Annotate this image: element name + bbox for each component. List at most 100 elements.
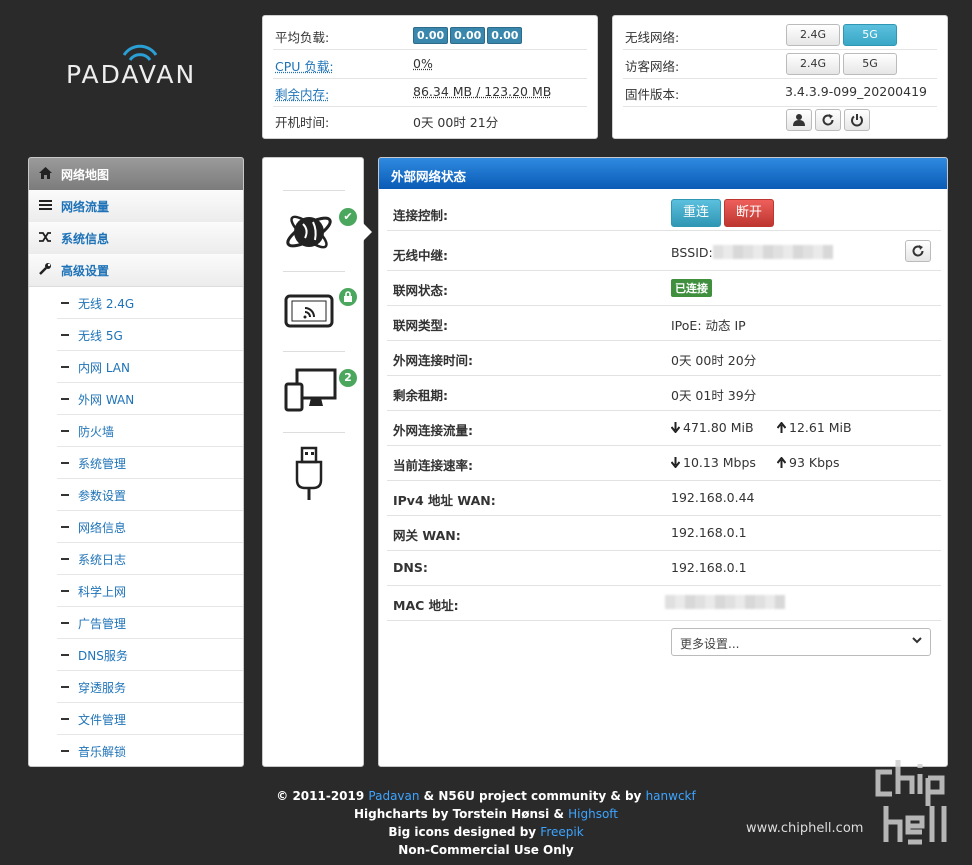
refresh-icon [822,114,834,126]
sidebar-subitem-tunnel[interactable]: 穿透服务 [57,671,243,703]
devices-icon [284,368,337,412]
cpu-load-value: 0% [413,56,433,71]
sidebar-subitem-params[interactable]: 参数设置 [57,479,243,511]
system-status-panel: 平均负载: 0.00 0.00 0.00 CPU 负载: 0% 剩余内存: 86.3… [262,15,598,139]
memory-value: 86.34 MB / 123.20 MB [413,84,552,99]
sidebar-subitem-wan[interactable]: 外网 WAN [57,383,243,415]
sidebar-subitem-label: 音乐解锁 [78,745,127,759]
sidebar-subitem-dns[interactable]: DNS服务 [57,639,243,671]
traffic-row: 外网连接流量: 471.80 MiB 12.61 MiB [387,410,941,446]
sidebar-subitem-firewall[interactable]: 防火墙 [57,415,243,447]
bssid-redacted [713,245,833,259]
row-label: 外网连接时间: [393,353,473,368]
more-settings-select[interactable]: 更多设置... [671,628,931,656]
dash-icon [61,590,69,592]
cpu-row: CPU 负载: 0% [273,50,587,79]
wireless-node[interactable] [283,286,357,342]
logout-button[interactable] [786,109,812,131]
traffic-down-value: 471.80 MiB [683,420,754,435]
bssid-value: BSSID: [671,245,713,260]
internet-node[interactable]: ✔ [283,206,357,262]
clients-count-badge: 2 [339,369,357,387]
sidebar-item-network-map[interactable]: 网络地图 [29,158,243,191]
gateway-row: 网关 WAN: 192.168.0.1 [387,515,941,551]
firmware-version-link[interactable]: 3.4.3.9-099_20200419 [785,84,927,99]
cpu-load-link[interactable]: CPU 负载: [275,56,334,75]
divider [283,190,345,191]
reconnect-button[interactable]: 重连 [671,199,721,227]
row-label: 联网类型: [393,318,448,333]
memory-link[interactable]: 剩余内存: [275,84,329,103]
wireless-2g-button[interactable]: 2.4G [786,24,840,46]
sidebar-subitem-network-info[interactable]: 网络信息 [57,511,243,543]
sidebar-item-system-info[interactable]: 系统信息 [29,222,243,255]
row-value: 192.168.0.1 [671,525,747,540]
sidebar-subitem-proxy[interactable]: 科学上网 [57,575,243,607]
dash-icon [61,526,69,528]
row-value: 0天 00时 20分 [671,353,757,368]
shutdown-button[interactable] [844,109,870,131]
repeater-refresh-button[interactable] [905,240,931,262]
row-label: MAC 地址: [393,598,459,613]
sidebar-subitem-music-unlock[interactable]: 音乐解锁 [57,735,243,766]
sidebar-subitem-syslog[interactable]: 系统日志 [57,543,243,575]
freepik-link[interactable]: Freepik [540,825,583,839]
connection-time-row: 外网连接时间: 0天 00时 20分 [387,340,941,376]
footer-text: Big icons designed by [388,825,541,839]
dash-icon [61,302,69,304]
dash-icon [61,398,69,400]
footer-line-copyright: © 2011-2019 Padavan & N56U project commu… [0,787,972,805]
padavan-link[interactable]: Padavan [368,789,419,803]
load-1m-badge: 0.00 [413,27,449,44]
load-values: 0.00 0.00 0.00 [413,27,524,44]
usb-node[interactable] [283,446,345,502]
sidebar-subitem-adblock[interactable]: 广告管理 [57,607,243,639]
load-5m-badge: 0.00 [450,27,486,44]
sidebar-subitem-label: 广告管理 [78,617,127,631]
sidebar-subitem-label: 文件管理 [78,713,127,727]
sidebar-subitem-system-admin[interactable]: 系统管理 [57,447,243,479]
sidebar-item-advanced[interactable]: 高级设置 [29,254,243,287]
row-label: 连接控制: [393,208,448,223]
guest-5g-button[interactable]: 5G [843,53,897,75]
row-label: 无线中继: [393,248,448,263]
hanwckf-link[interactable]: hanwckf [646,789,696,803]
sidebar-nav: 网络地图 网络流量 系统信息 高级设置 无线 2.4G 无线 5G 内网 LAN… [28,157,244,767]
sidebar-subitem-lan[interactable]: 内网 LAN [57,351,243,383]
footer-line-license: Non-Commercial Use Only [398,843,574,857]
divider [283,271,345,272]
dash-icon [61,654,69,656]
clients-node[interactable]: 2 [283,366,357,422]
sidebar-subitem-label: 内网 LAN [78,361,130,375]
row-value: 192.168.0.1 [671,560,747,575]
refresh-icon [912,245,924,257]
reboot-button[interactable] [815,109,841,131]
disconnect-button[interactable]: 断开 [724,199,774,227]
guest-row: 访客网络: 2.4G 5G [623,50,937,79]
sidebar-item-label: 网络流量 [61,200,110,214]
wrench-icon [39,263,51,275]
divider [283,432,345,433]
sidebar-subitem-wireless-24g[interactable]: 无线 2.4G [57,287,243,319]
sidebar-subitem-wireless-5g[interactable]: 无线 5G [57,319,243,351]
load-row: 平均负载: 0.00 0.00 0.00 [273,21,587,50]
speed-row: 当前连接速率: 10.13 Mbps 93 Kbps [387,445,941,481]
uptime-row: 开机时间: 0天 00时 21分 [273,106,587,134]
load-15m-badge: 0.00 [487,27,523,44]
sidebar-subitem-file-manager[interactable]: 文件管理 [57,703,243,735]
sidebar-item-traffic[interactable]: 网络流量 [29,190,243,223]
wireless-firmware-panel: 无线网络: 2.4G 5G 访客网络: 2.4G 5G 固件版本: 3.4.3.… [612,15,948,139]
sidebar-subitem-label: 无线 5G [78,329,123,343]
padavan-logo[interactable]: PADAVAN [60,40,220,110]
sidebar-item-label: 高级设置 [61,264,110,278]
wireless-5g-button[interactable]: 5G [843,24,897,46]
sidebar-subitem-label: 穿透服务 [78,681,127,695]
arrow-down-icon [671,422,680,433]
list-icon [39,200,52,210]
guest-2g-button[interactable]: 2.4G [786,53,840,75]
row-label: 网关 WAN: [393,528,461,543]
load-label: 平均负载: [275,30,330,45]
row-value: 192.168.0.44 [671,490,755,505]
highsoft-link[interactable]: Highsoft [568,807,618,821]
row-label: 联网状态: [393,283,448,298]
